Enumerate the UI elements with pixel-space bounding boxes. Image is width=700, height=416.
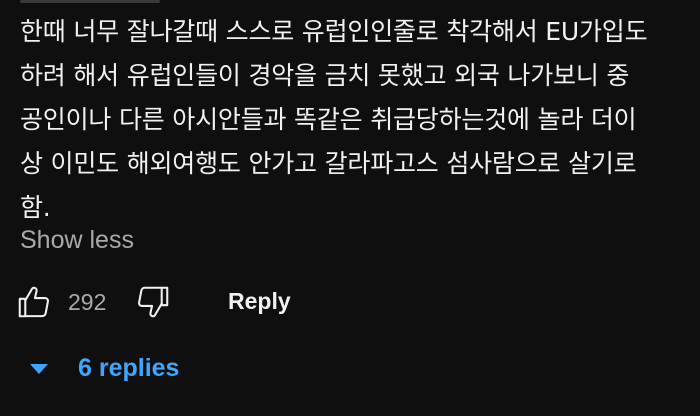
comment-action-bar: 292 Reply: [0, 280, 700, 324]
comment-text-line: 한때 너무 잘나갈때 스스로 유럽인인줄로 착각해서 EU가입도: [20, 17, 648, 46]
view-replies-button[interactable]: 6 replies: [30, 348, 179, 388]
thumbs-down-icon: [137, 286, 169, 318]
comment-text: 한때 너무 잘나갈때 스스로 유럽인인줄로 착각해서 EU가입도 하려 해서 유…: [20, 10, 685, 230]
comment-text-line: 하려 해서 유럽인들이 경악을 금치 못했고 외국 나가보니 중: [20, 61, 630, 90]
thumbs-up-icon: [18, 286, 50, 318]
comment-text-line: 상 이민도 해외여행도 안가고 갈라파고스 섬사람으로 살기로: [20, 149, 637, 178]
cropped-comment-header: [20, 0, 160, 3]
comment: 한때 너무 잘나갈때 스스로 유럽인인줄로 착각해서 EU가입도 하려 해서 유…: [0, 0, 700, 416]
show-less-button[interactable]: Show less: [20, 222, 134, 258]
like-count: 292: [68, 289, 107, 315]
dislike-button[interactable]: [133, 282, 173, 322]
like-button[interactable]: [14, 282, 54, 322]
replies-count-label: 6 replies: [78, 353, 180, 382]
comment-text-line: 공인이나 다른 아시안들과 똑같은 취급당하는것에 놀라 더이: [20, 105, 637, 134]
caret-down-icon: [30, 364, 48, 374]
reply-button[interactable]: Reply: [228, 283, 291, 319]
